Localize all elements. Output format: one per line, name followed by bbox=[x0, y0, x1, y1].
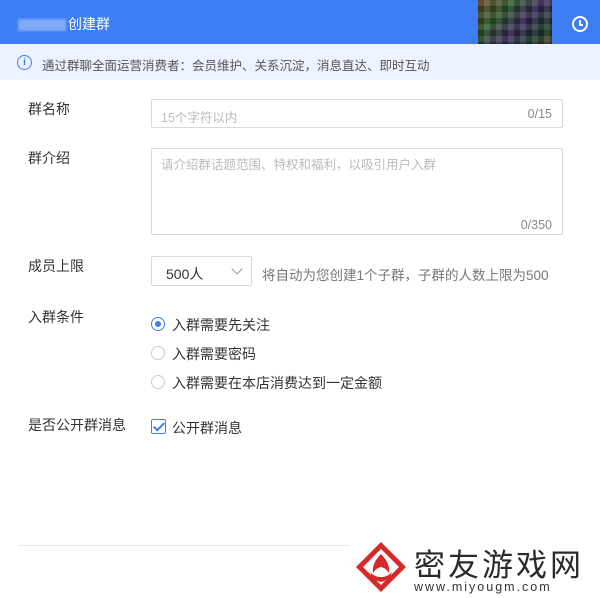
member-limit-hint: 将自动为您创建1个子群，子群的人数上限为500 bbox=[262, 268, 549, 283]
member-limit-label: 成员上限 bbox=[28, 258, 84, 274]
group-name-label: 群名称 bbox=[28, 101, 70, 117]
divider bbox=[18, 545, 350, 546]
join-condition-label: 入群条件 bbox=[28, 309, 84, 325]
notice-text: 通过群聊全面运营消费者：会员维护、关系沉淀，消息直达、即时互动 bbox=[42, 59, 430, 73]
info-icon: i bbox=[17, 55, 32, 70]
public-message-label: 是否公开群消息 bbox=[28, 417, 126, 433]
group-name-placeholder: 15个字符以内 bbox=[161, 111, 238, 125]
member-limit-value: 500人 bbox=[166, 266, 204, 282]
avatar[interactable] bbox=[478, 0, 552, 48]
watermark: 密友游戏网 www.miyougm.com bbox=[352, 538, 600, 598]
radio-password-label[interactable]: 入群需要密码 bbox=[172, 344, 256, 364]
radio-password[interactable] bbox=[151, 346, 165, 360]
watermark-name: 密友游戏网 bbox=[414, 548, 584, 584]
radio-spend-label[interactable]: 入群需要在本店消费达到一定金额 bbox=[172, 373, 382, 393]
chevron-down-icon bbox=[231, 263, 243, 275]
group-name-input[interactable]: 15个字符以内 0/15 bbox=[151, 99, 563, 128]
group-intro-counter: 0/350 bbox=[520, 218, 552, 232]
member-limit-select[interactable]: 500人 bbox=[151, 256, 252, 286]
radio-spend[interactable] bbox=[151, 375, 165, 389]
redacted-text bbox=[18, 19, 66, 32]
public-message-checkbox[interactable] bbox=[151, 419, 166, 434]
radio-follow[interactable] bbox=[151, 317, 165, 331]
history-clock-icon[interactable] bbox=[572, 16, 588, 32]
watermark-url: www.miyougm.com bbox=[414, 580, 552, 594]
window-title: 创建群 bbox=[18, 14, 110, 34]
info-notice: i 通过群聊全面运营消费者：会员维护、关系沉淀，消息直达、即时互动 bbox=[0, 44, 600, 80]
public-message-checkbox-label[interactable]: 公开群消息 bbox=[172, 418, 242, 438]
watermark-logo-icon bbox=[356, 542, 406, 592]
group-intro-textarea[interactable]: 请介绍群话题范围、特权和福利，以吸引用户入群 0/350 bbox=[151, 148, 563, 235]
radio-follow-label[interactable]: 入群需要先关注 bbox=[172, 315, 270, 335]
group-intro-label: 群介绍 bbox=[28, 150, 70, 166]
header-bar: 创建群 bbox=[0, 0, 600, 48]
group-intro-placeholder: 请介绍群话题范围、特权和福利，以吸引用户入群 bbox=[161, 158, 437, 172]
group-name-counter: 0/15 bbox=[527, 107, 552, 121]
